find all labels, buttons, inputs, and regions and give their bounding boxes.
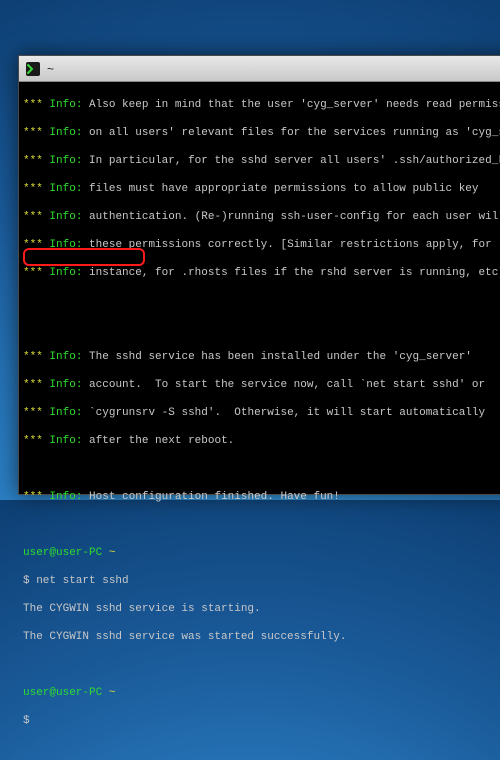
terminal-output[interactable]: *** Info: Also keep in mind that the use…: [19, 82, 500, 760]
info-final: Host configuration finished. Have fun!: [89, 491, 340, 503]
info-label: Info:: [49, 99, 82, 111]
terminal-window: ~ *** Info: Also keep in mind that the u…: [18, 55, 500, 495]
titlebar[interactable]: ~: [19, 56, 500, 82]
prompt-dollar: $: [23, 714, 500, 728]
prompt-user: user@user-PC: [23, 687, 102, 699]
result-line: The CYGWIN sshd service was started succ…: [23, 630, 500, 644]
prompt-path: ~: [109, 547, 116, 559]
command-line: $ net start sshd: [23, 574, 500, 588]
window-title: ~: [47, 62, 54, 76]
cygwin-icon: [25, 61, 41, 77]
result-line: The CYGWIN sshd service is starting.: [23, 602, 500, 616]
prompt-path: ~: [109, 687, 116, 699]
info-text: Also keep in mind that the user 'cyg_ser…: [89, 99, 500, 111]
stars: ***: [23, 99, 43, 111]
prompt-user: user@user-PC: [23, 547, 102, 559]
